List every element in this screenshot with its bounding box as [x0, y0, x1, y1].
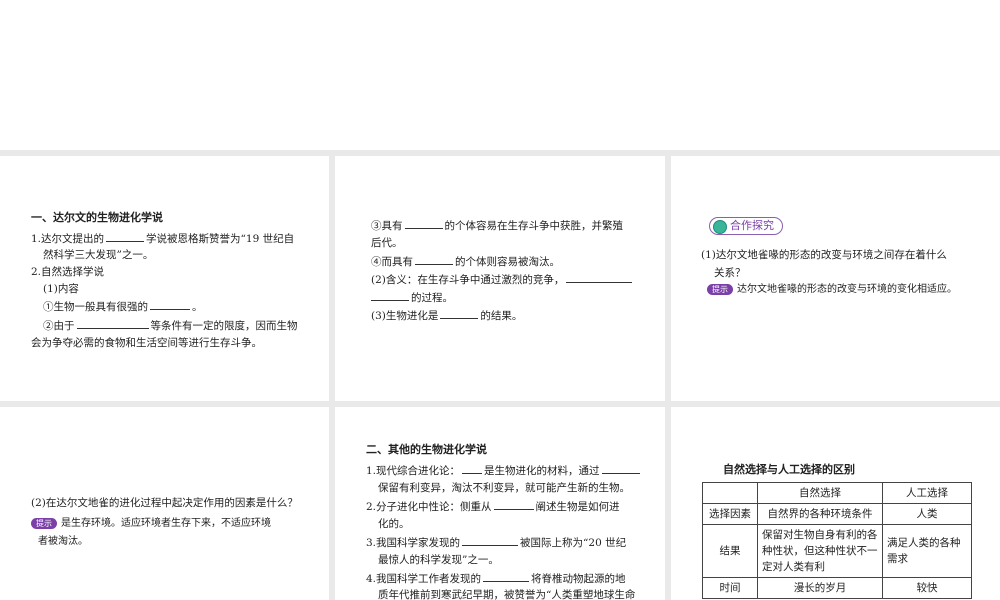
text-line: ①生物一般具有很强的。: [43, 299, 203, 313]
question-text: 关系？: [714, 267, 746, 279]
text-line: 质年代推前到寒武纪早期，被赞誉为“人类重塑地球生命: [378, 589, 636, 600]
table-cell: 漫长的岁月: [757, 577, 883, 599]
text-line: ②由于 等条件有一定的限度，因而生物: [43, 318, 298, 332]
text-line: 2.自然选择学说: [31, 266, 105, 278]
table-cell: 时间: [702, 577, 758, 599]
question-text: (2)在达尔文地雀的进化过程中起决定作用的因素是什么？: [31, 497, 298, 509]
fill-blank[interactable]: [150, 299, 190, 310]
hint-tag: 提示: [707, 284, 733, 295]
text-line: ③具有 的个体容易在生存斗争中获胜，并繁殖: [371, 218, 623, 232]
table-cell: 保留对生物自身有利的各种性状，但这种性状不一定对人类有利: [757, 524, 883, 578]
fill-blank[interactable]: [404, 218, 443, 229]
table-header-cell: 人工选择: [882, 482, 972, 504]
hint-tag: 提示: [31, 518, 57, 529]
fill-blank[interactable]: [106, 231, 145, 242]
table-cell: 人类: [882, 503, 972, 525]
table-cell: 满足人类的各种需求: [882, 524, 972, 578]
table-cell: 结果: [702, 524, 758, 578]
comparison-table: 自然选择 人工选择 选择因素 自然界的各种环境条件 人类 结果 保留对生物自身有…: [702, 482, 972, 599]
text-line: (1)内容: [43, 283, 79, 295]
fill-blank[interactable]: [601, 463, 640, 474]
text-line: 保留有利变异，淘汰不利变异，就可能产生新的生物。: [378, 482, 630, 494]
table-row: 结果 保留对生物自身有利的各种性状，但这种性状不一定对人类有利 满足人类的各种需…: [702, 524, 972, 578]
text-line: ④而具有 的个体则容易被淘汰。: [371, 254, 560, 268]
hint-line: 提示 达尔文地雀喙的形态的改变与环境的变化相适应。: [707, 283, 957, 297]
cooperative-inquiry-badge: 合作探究: [709, 217, 783, 235]
slide-natural-selection: ③具有 的个体容易在生存斗争中获胜，并繁殖 后代。 ④而具有 的个体则容易被淘汰。 …: [335, 156, 665, 401]
fill-blank[interactable]: [440, 308, 479, 319]
slide-cooperative-inquiry-2: (2)在达尔文地雀的进化过程中起决定作用的因素是什么？ 提示 是生存环境。适应环境…: [0, 407, 329, 600]
text-line: 会为争夺必需的食物和生活空间等进行生存斗争。: [31, 337, 262, 349]
text-line: 后代。: [371, 237, 403, 249]
fill-blank[interactable]: [483, 571, 530, 582]
fill-blank[interactable]: [76, 318, 149, 329]
slide-cooperative-inquiry-1: 合作探究 (1)达尔文地雀喙的形态的改变与环境之间存在着什么 关系？ 提示 达尔文…: [671, 156, 1000, 401]
table-header-cell: 自然选择: [757, 482, 883, 504]
hint-line: 提示 是生存环境。适应环境者生存下来，不适应环境: [31, 517, 271, 531]
slide-other-theories: 二、其他的生物进化学说 1.现代综合进化论： 是生物进化的材料，通过 保留有利变异…: [335, 407, 665, 600]
table-cell: 选择因素: [702, 503, 758, 525]
text-line: (3)生物进化是 的结果。: [371, 308, 523, 322]
slide-darwin-theory: 一、达尔文的生物进化学说 1.达尔文提出的 学说被恩格斯赞誉为“19 世纪自 然科…: [0, 156, 329, 401]
fill-blank[interactable]: [462, 463, 483, 474]
question-text: (1)达尔文地雀喙的形态的改变与环境之间存在着什么: [701, 249, 947, 261]
text-line: 1.现代综合进化论： 是生物进化的材料，通过: [366, 463, 642, 478]
fill-blank[interactable]: [371, 290, 409, 301]
text-line: 然科学三大发现”之一。: [43, 249, 154, 261]
table-title: 自然选择与人工选择的区别: [723, 463, 855, 476]
table-cell: [702, 482, 758, 504]
section-heading: 一、达尔文的生物进化学说: [31, 211, 163, 224]
table-header-row: 自然选择 人工选择: [702, 482, 972, 504]
hint-line: 者被淘汰。: [38, 536, 88, 547]
fill-blank[interactable]: [566, 272, 633, 283]
fill-blank[interactable]: [493, 499, 534, 510]
text-line: 1.达尔文提出的 学说被恩格斯赞誉为“19 世纪自: [31, 231, 295, 245]
text-line: 3.我国科学家发现的 被国际上称为“20 世纪: [366, 535, 627, 549]
table-cell: 较快: [882, 577, 972, 599]
table-row: 选择因素 自然界的各种环境条件 人类: [702, 503, 972, 525]
text-line: 的过程。: [371, 290, 453, 305]
fill-blank[interactable]: [462, 535, 519, 546]
text-line: 最惊人的科学发现”之一。: [378, 554, 499, 566]
text-line: 化的。: [378, 518, 410, 530]
section-heading: 二、其他的生物进化学说: [366, 443, 487, 456]
table-cell: 自然界的各种环境条件: [757, 503, 883, 525]
text-line: (2)含义：在生存斗争中通过激烈的竞争，: [371, 272, 634, 287]
table-row: 时间 漫长的岁月 较快: [702, 577, 972, 599]
badge-circle-icon: [713, 220, 727, 234]
text-line: 4.我国科学工作者发现的 将脊椎动物起源的地: [366, 571, 626, 585]
text-line: 2.分子进化中性论：侧重从 阐述生物是如何进: [366, 499, 620, 513]
slide-comparison-table: 自然选择与人工选择的区别 自然选择 人工选择 选择因素 自然界的各种环境条件 人…: [671, 407, 1000, 600]
blank-top-area: [0, 0, 1000, 150]
fill-blank[interactable]: [415, 254, 453, 265]
